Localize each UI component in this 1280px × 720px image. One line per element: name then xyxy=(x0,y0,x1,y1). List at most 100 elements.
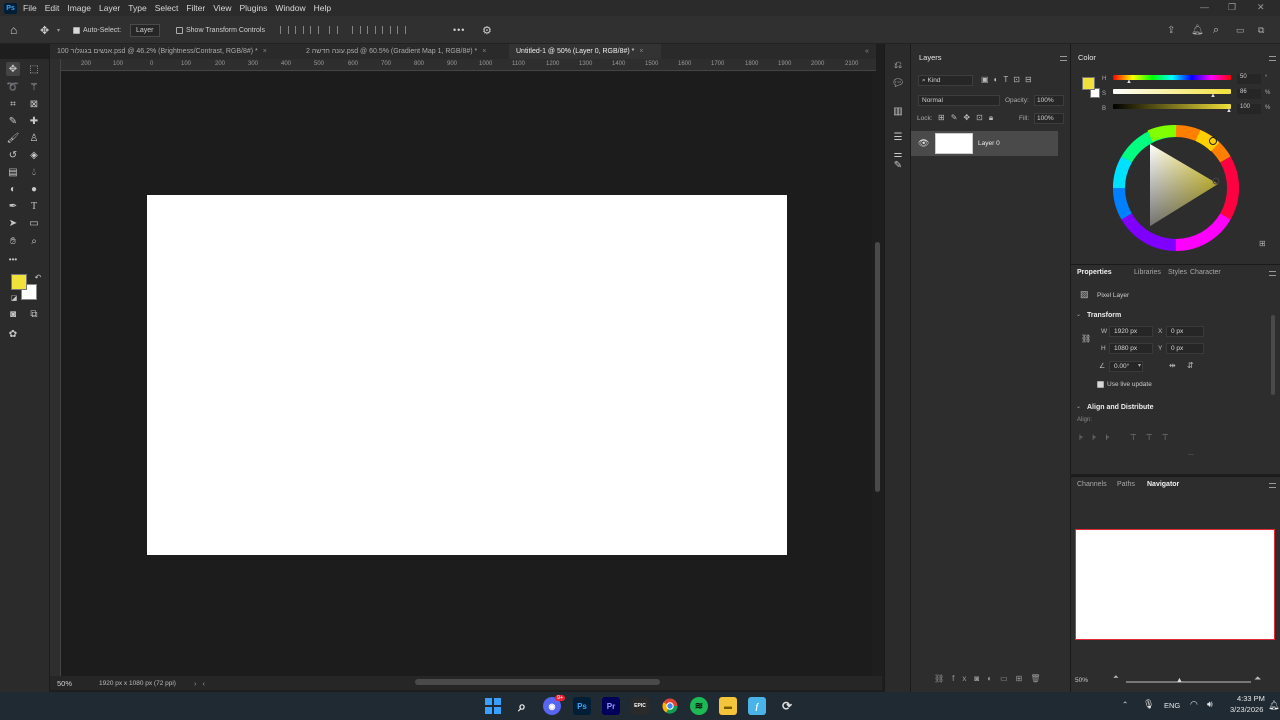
brush-settings-icon[interactable]: ✎ xyxy=(891,158,905,172)
scrollbar-thumb[interactable] xyxy=(875,242,880,492)
layer-filter-dropdown[interactable]: ⌕ Kind xyxy=(918,75,973,86)
premiere-icon[interactable]: Pr xyxy=(602,697,620,715)
notification-bell-icon[interactable]: 🔔︎ xyxy=(1268,700,1279,711)
history-brush-tool-icon[interactable]: ↺ xyxy=(6,148,20,162)
workspace-icon[interactable]: ▭ xyxy=(1236,16,1245,44)
lock-icons[interactable]: ⊞✎✥⊡🔒︎ xyxy=(938,113,999,123)
arrange-icon[interactable]: ⧉ xyxy=(1258,16,1264,44)
layer-filter-icons[interactable]: ▣◐T⊡⊟ xyxy=(981,75,1037,84)
share-icon[interactable]: ⇪ xyxy=(1167,16,1175,44)
opacity-field[interactable]: 100% xyxy=(1034,95,1064,106)
foreground-color-swatch[interactable] xyxy=(1082,77,1095,90)
home-icon[interactable]: ⌂ xyxy=(10,16,17,44)
align-icons[interactable]: ⊧⊧⊧ ⊤⊤⊤ xyxy=(1079,433,1178,442)
zoom-in-icon[interactable]: ⏶ xyxy=(1254,673,1261,684)
histogram-icon[interactable]: ▥ xyxy=(891,104,905,118)
brightness-value-field[interactable]: 100 xyxy=(1237,104,1261,114)
mask-icon[interactable]: ◙ xyxy=(974,674,987,683)
align-right-icon[interactable] xyxy=(310,26,319,34)
vertical-scrollbar[interactable] xyxy=(872,72,882,676)
blur-tool-icon[interactable]: 💧︎ xyxy=(27,165,41,179)
lasso-tool-icon[interactable]: ➰ xyxy=(6,80,20,94)
swap-colors-icon[interactable]: ↶ xyxy=(31,270,45,284)
tab-character[interactable]: Character xyxy=(1190,269,1221,276)
close-icon[interactable]: × xyxy=(263,48,267,55)
slider-handle-icon[interactable]: ▲ xyxy=(1176,677,1183,684)
auto-select-checkbox[interactable]: Auto-Select: xyxy=(73,16,121,44)
generative-icon[interactable]: ✿ xyxy=(6,327,20,341)
search-icon[interactable]: ⌕ xyxy=(513,697,531,715)
flip-vertical-icon[interactable]: ⇵ xyxy=(1187,361,1194,370)
navigator-zoom-slider[interactable] xyxy=(1126,681,1251,683)
eraser-tool-icon[interactable]: ◈ xyxy=(27,148,41,162)
menu-image[interactable]: Image xyxy=(67,3,91,13)
panel-menu-icon[interactable] xyxy=(1060,56,1067,61)
properties-scrollbar[interactable] xyxy=(1271,315,1275,395)
panel-menu-icon[interactable] xyxy=(1269,271,1276,276)
frame-tool-icon[interactable]: ⊠ xyxy=(27,97,41,111)
restore-button[interactable]: ❐ xyxy=(1228,2,1236,13)
move-tool-icon[interactable]: ✥ xyxy=(40,16,49,44)
tab-document-2[interactable]: 2 עונה חדשה.psd @ 60.5% (Gradient Map 1,… xyxy=(299,44,509,59)
close-window-button[interactable]: ✕ xyxy=(1257,2,1265,13)
dodge-tool-icon[interactable]: ◐ xyxy=(6,182,20,196)
brush-tool-icon[interactable]: 🖌︎ xyxy=(6,131,20,145)
flip-horizontal-icon[interactable]: ⇹ xyxy=(1169,361,1176,370)
slider-handle-icon[interactable]: ▲ xyxy=(1126,79,1132,85)
more-align-button[interactable]: ... xyxy=(1188,450,1194,457)
app-icon[interactable]: ⟳ xyxy=(778,697,796,715)
new-layer-icon[interactable]: ⊞ xyxy=(1016,674,1031,683)
height-field[interactable]: 1080 px xyxy=(1109,343,1153,354)
default-colors-icon[interactable]: ◪ xyxy=(7,291,21,305)
zoom-level[interactable]: 50% xyxy=(57,679,97,688)
color-panel-title[interactable]: Color xyxy=(1078,44,1096,71)
healing-brush-tool-icon[interactable]: ✚ xyxy=(27,114,41,128)
path-selection-tool-icon[interactable]: ➤ xyxy=(6,216,20,230)
brightness-slider[interactable] xyxy=(1113,104,1231,109)
layers-panel-title[interactable]: Layers xyxy=(919,44,942,71)
chevron-left-icon[interactable]: ‹ xyxy=(202,679,205,688)
more-options-button[interactable]: ••• xyxy=(453,16,465,44)
foreground-color-swatch-front[interactable] xyxy=(11,274,27,290)
gear-icon[interactable]: ⚙ xyxy=(482,16,492,44)
menu-plugins[interactable]: Plugins xyxy=(239,3,267,13)
clock-time[interactable]: 4:33 PM xyxy=(1237,694,1265,703)
burn-tool-icon[interactable]: ● xyxy=(27,182,41,196)
saturation-value-field[interactable]: 86 xyxy=(1237,89,1261,99)
menu-layer[interactable]: Layer xyxy=(99,3,120,13)
tab-document-untitled[interactable]: Untitled-1 @ 50% (Layer 0, RGB/8#) * × xyxy=(509,44,661,59)
document-canvas[interactable] xyxy=(147,195,787,555)
tab-paths[interactable]: Paths xyxy=(1117,481,1135,488)
chevron-down-icon[interactable]: ⌄ xyxy=(1076,403,1081,410)
chrome-icon[interactable] xyxy=(661,697,679,715)
tray-chevron-icon[interactable]: ⌃ xyxy=(1122,700,1128,709)
menu-view[interactable]: View xyxy=(213,3,231,13)
hue-value-field[interactable]: 50 xyxy=(1237,74,1261,84)
marquee-tool-icon[interactable]: ⬚ xyxy=(27,62,41,76)
align-section-title[interactable]: Align and Distribute xyxy=(1087,404,1154,411)
epic-games-icon[interactable]: EPIC xyxy=(631,697,649,715)
navigator-zoom-value[interactable]: 50% xyxy=(1075,677,1088,684)
menu-help[interactable]: Help xyxy=(314,3,331,13)
menu-window[interactable]: Window xyxy=(275,3,305,13)
minimize-button[interactable]: — xyxy=(1200,2,1209,12)
y-field[interactable]: 0 px xyxy=(1166,343,1204,354)
distribute-vertical-icon[interactable] xyxy=(397,26,406,34)
history-icon[interactable]: ⎌ xyxy=(891,58,905,72)
menu-edit[interactable]: Edit xyxy=(45,3,60,13)
language-indicator[interactable]: ENG xyxy=(1164,701,1180,710)
slider-handle-icon[interactable]: ▲ xyxy=(1226,108,1232,114)
transform-section-title[interactable]: Transform xyxy=(1087,312,1121,319)
show-transform-checkbox[interactable]: Show Transform Controls xyxy=(176,16,265,44)
rectangle-tool-icon[interactable]: ▭ xyxy=(27,216,41,230)
pen-tool-icon[interactable]: ✒ xyxy=(6,199,20,213)
align-center-icon[interactable] xyxy=(295,26,304,34)
magic-wand-tool-icon[interactable]: ⚚ xyxy=(27,80,41,94)
fill-field[interactable]: 100% xyxy=(1034,113,1064,124)
zoom-out-icon[interactable]: ⏶ xyxy=(1113,674,1119,682)
auto-select-target-dropdown[interactable]: Layer xyxy=(130,23,160,37)
align-bottom-icon[interactable] xyxy=(382,26,391,34)
menu-filter[interactable]: Filter xyxy=(186,3,205,13)
panel-menu-icon[interactable] xyxy=(1269,483,1276,488)
move-tool-icon[interactable]: ✥ xyxy=(6,62,20,76)
